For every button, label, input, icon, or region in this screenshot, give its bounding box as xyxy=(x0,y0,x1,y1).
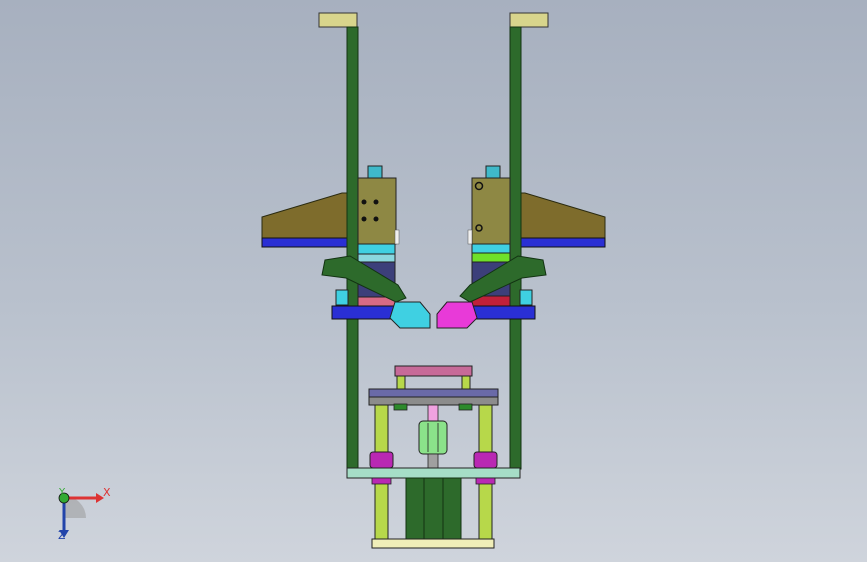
left-cyan-slide xyxy=(357,243,396,255)
left-cyan-jaw-tip xyxy=(389,301,431,329)
left-blue-rail xyxy=(261,237,359,248)
right-blue-rail xyxy=(509,237,606,248)
center-pink-shaft xyxy=(427,404,439,422)
right-cyan-block xyxy=(519,289,533,306)
assembly-model[interactable] xyxy=(0,0,867,562)
left-cylinder-fitting xyxy=(367,165,383,179)
left-hole-3 xyxy=(361,216,367,222)
right-lower-collar xyxy=(475,477,496,485)
right-magenta-collar xyxy=(473,451,498,469)
purple-plate xyxy=(368,388,499,398)
right-lime-slide xyxy=(471,252,511,263)
left-small-lime-post xyxy=(396,375,406,391)
cad-viewport[interactable]: X Y Z xyxy=(0,0,867,562)
right-small-lime-post xyxy=(461,375,471,391)
right-cylinder-fitting xyxy=(485,165,501,179)
right-green-bushing xyxy=(458,403,473,411)
right-magenta-jaw-tip xyxy=(436,301,478,329)
right-cyan-slide xyxy=(471,243,511,254)
left-vertical-post xyxy=(346,26,359,470)
y-axis-label: Y xyxy=(59,487,66,498)
z-axis-label: Z xyxy=(58,529,66,542)
right-vertical-post xyxy=(509,26,522,470)
left-magenta-collar xyxy=(369,451,394,469)
bottom-base-plate xyxy=(371,538,495,549)
cylinder-body xyxy=(405,477,462,541)
left-hole-1 xyxy=(361,199,367,205)
left-lower-collar xyxy=(371,477,392,485)
left-cyan-slide-2 xyxy=(357,253,396,263)
mint-base-plate xyxy=(346,467,521,479)
center-grey-stem xyxy=(427,453,439,469)
x-axis-label: X xyxy=(103,486,111,499)
left-hole-4 xyxy=(373,216,379,222)
left-khaki-block xyxy=(357,177,397,245)
left-cyan-block xyxy=(335,289,349,306)
top-pink-bar xyxy=(394,365,473,377)
left-hole-2 xyxy=(373,199,379,205)
right-brown-plate xyxy=(509,192,606,239)
right-post-cap xyxy=(509,12,549,28)
left-green-bushing xyxy=(393,403,408,411)
center-green-nut xyxy=(418,420,448,455)
left-post-cap xyxy=(318,12,358,28)
left-brown-plate xyxy=(261,192,359,239)
left-small-white-pin xyxy=(394,229,400,245)
right-small-white-pin xyxy=(467,229,473,245)
grey-plate xyxy=(368,396,499,406)
right-khaki-block xyxy=(471,177,511,245)
